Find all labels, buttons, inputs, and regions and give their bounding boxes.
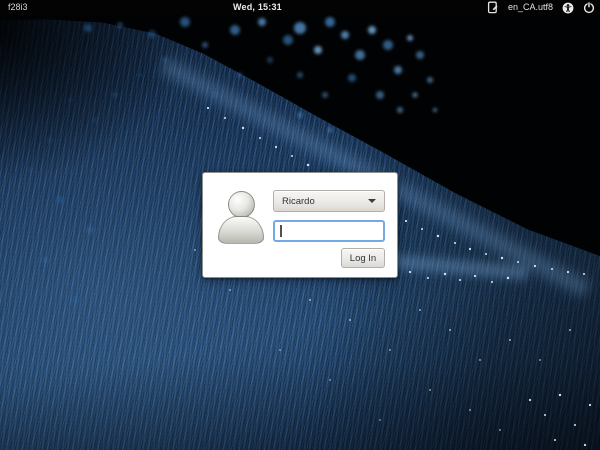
login-dialog: Ricardo Log In <box>202 172 398 278</box>
password-input[interactable] <box>275 222 383 240</box>
login-button[interactable]: Log In <box>341 248 385 268</box>
top-panel: f28i3 Wed, 15:31 en_CA.utf8 <box>0 0 600 15</box>
hostname-label: f28i3 <box>8 0 28 15</box>
avatar-head-icon <box>228 191 255 218</box>
chevron-down-icon <box>368 199 376 203</box>
login-button-label: Log In <box>350 253 376 264</box>
power-icon[interactable] <box>583 1 595 14</box>
accessibility-icon[interactable] <box>562 2 574 14</box>
user-select-dropdown[interactable]: Ricardo <box>273 190 385 212</box>
password-field-wrapper <box>273 220 385 242</box>
avatar-body-icon <box>218 216 264 244</box>
keyboard-layout-icon[interactable] <box>487 1 499 14</box>
user-avatar <box>218 191 264 249</box>
selected-user-label: Ricardo <box>274 196 368 207</box>
locale-label[interactable]: en_CA.utf8 <box>508 0 553 15</box>
panel-status-area: en_CA.utf8 <box>487 0 595 15</box>
clock-label[interactable]: Wed, 15:31 <box>233 0 282 15</box>
text-caret <box>280 225 282 237</box>
login-screen: f28i3 Wed, 15:31 en_CA.utf8 <box>0 0 600 450</box>
